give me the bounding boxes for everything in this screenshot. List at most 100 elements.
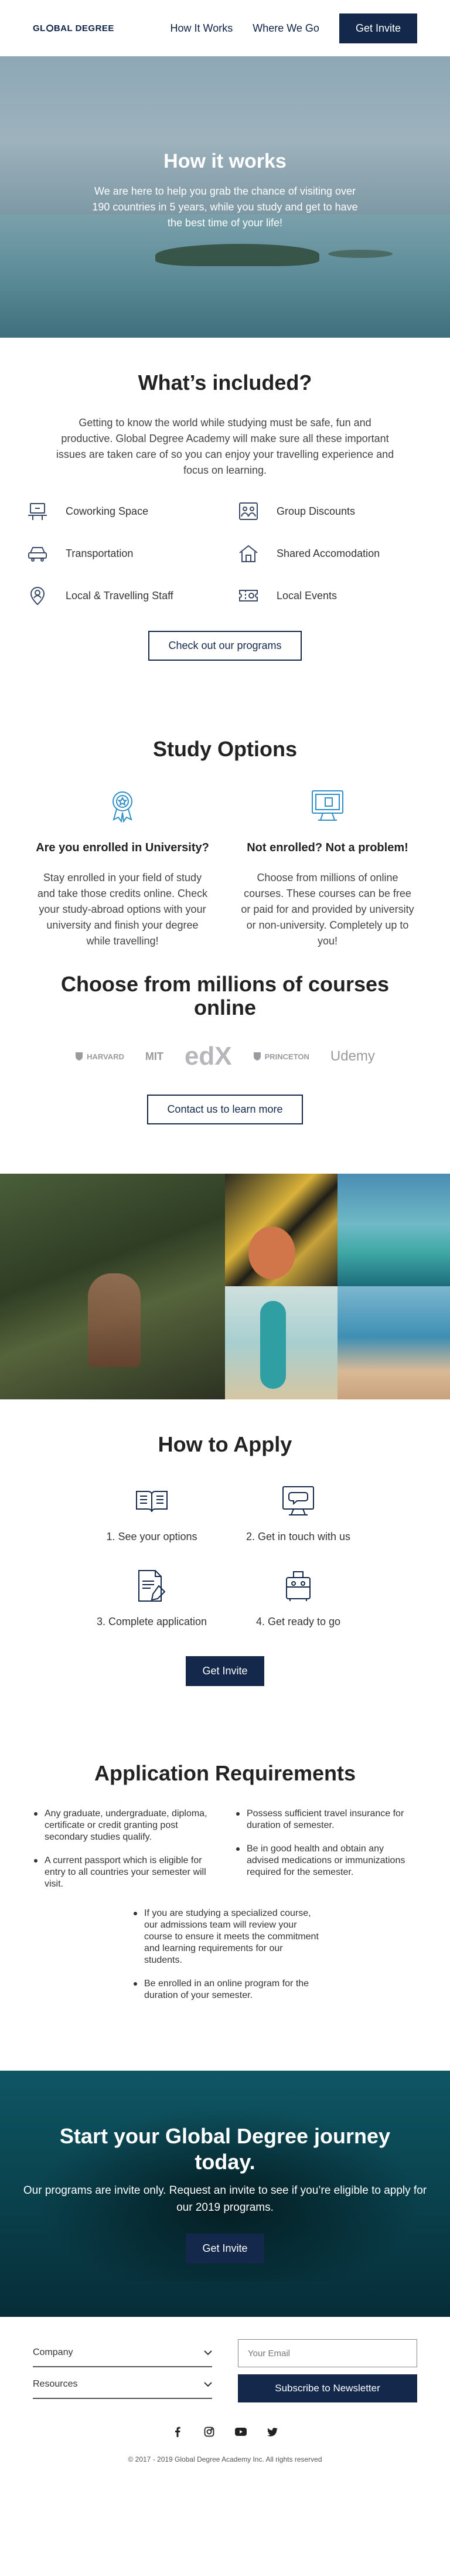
house-icon bbox=[237, 542, 260, 565]
social-links bbox=[33, 2426, 417, 2438]
study-heading-enrolled: Are you enrolled in University? bbox=[36, 841, 209, 854]
subscribe-button[interactable]: Subscribe to Newsletter bbox=[238, 2374, 417, 2402]
mit-logo-text: MIT bbox=[145, 1050, 163, 1062]
requirements-left-list: Any graduate, undergraduate, diploma, ce… bbox=[32, 1808, 216, 1902]
princeton-logo-text: PRINCETON bbox=[264, 1052, 309, 1061]
photo-woman-stairs bbox=[225, 1174, 338, 1286]
journey-text: Our programs are invite only. Request an… bbox=[23, 2184, 427, 2214]
princeton-logo: PRINCETON bbox=[253, 1052, 309, 1061]
chevron-down-icon bbox=[204, 2382, 212, 2387]
photo-grid bbox=[0, 1174, 450, 1399]
contact-us-button[interactable]: Contact us to learn more bbox=[147, 1095, 303, 1124]
requirement-item: Any graduate, undergraduate, diploma, ce… bbox=[32, 1808, 216, 1843]
footer-accordions: Company Resources bbox=[33, 2339, 212, 2402]
hero-title: How it works bbox=[163, 150, 287, 172]
staff-pin-icon bbox=[26, 584, 49, 607]
study-col-not-enrolled: Not enrolled? Not a problem! Choose from… bbox=[240, 787, 415, 949]
step-complete-application: 3. Complete application bbox=[79, 1568, 225, 1628]
accordion-company[interactable]: Company bbox=[33, 2339, 212, 2367]
email-field[interactable] bbox=[238, 2339, 417, 2367]
check-programs-button[interactable]: Check out our programs bbox=[148, 631, 302, 661]
step-label: 4. Get ready to go bbox=[255, 1616, 341, 1627]
newsletter-form: Subscribe to Newsletter bbox=[238, 2339, 417, 2402]
feature-label: Coworking Space bbox=[66, 505, 149, 517]
logo[interactable]: GL BAL DEGREE bbox=[33, 23, 114, 33]
nav-where-we-go[interactable]: Where We Go bbox=[253, 22, 319, 35]
shield-icon bbox=[253, 1052, 261, 1061]
included-title: What’s included? bbox=[138, 371, 312, 395]
accordion-label: Company bbox=[33, 2347, 73, 2357]
chat-monitor-icon bbox=[225, 1483, 371, 1519]
hero-text: We are here to help you grab the chance … bbox=[92, 185, 358, 229]
get-invite-button[interactable]: Get Invite bbox=[339, 13, 417, 43]
luggage-icon bbox=[225, 1568, 371, 1604]
how-to-apply-section: How to Apply 1. See your options 2. Get … bbox=[0, 1399, 450, 1686]
nav-how-it-works[interactable]: How It Works bbox=[171, 22, 233, 35]
courses-section: Choose from millions of courses online H… bbox=[0, 949, 450, 1124]
feature-staff: Local & Travelling Staff bbox=[26, 584, 213, 607]
study-columns: Are you enrolled in University? Stay enr… bbox=[0, 787, 450, 949]
features-grid: Coworking Space Group Discounts Transpor… bbox=[26, 499, 424, 607]
logo-text-start: GL bbox=[33, 23, 46, 33]
laptop-desk-icon bbox=[26, 499, 49, 523]
study-col-enrolled: Are you enrolled in University? Stay enr… bbox=[35, 787, 210, 949]
step-label: 1. See your options bbox=[106, 1531, 197, 1542]
document-pen-icon bbox=[79, 1568, 225, 1604]
edx-logo-text: edX bbox=[184, 1042, 232, 1070]
apply-steps: 1. See your options 2. Get in touch with… bbox=[79, 1483, 371, 1628]
journey-title: Start your Global Degree journey today. bbox=[59, 2124, 391, 2174]
step-see-options: 1. See your options bbox=[79, 1483, 225, 1543]
udemy-logo-text: Udemy bbox=[330, 1048, 375, 1064]
feature-coworking: Coworking Space bbox=[26, 499, 213, 523]
feature-label: Transportation bbox=[66, 547, 134, 559]
udemy-logo: Udemy bbox=[330, 1048, 375, 1065]
requirements-title: Application Requirements bbox=[94, 1761, 356, 1785]
feature-label: Shared Accomodation bbox=[277, 547, 380, 559]
photo-jungle-climber bbox=[0, 1174, 225, 1399]
site-footer: Company Resources Subscribe to Newslette… bbox=[0, 2317, 450, 2479]
courses-title: Choose from millions of courses online bbox=[60, 972, 390, 1019]
harvard-logo-text: HARVARD bbox=[87, 1052, 124, 1061]
instagram-icon[interactable] bbox=[203, 2426, 215, 2438]
study-options-section: Study Options Are you enrolled in Univer… bbox=[0, 661, 450, 949]
feature-label: Group Discounts bbox=[277, 505, 356, 517]
requirement-item: A current passport which is eligible for… bbox=[32, 1855, 216, 1890]
footer-row: Company Resources Subscribe to Newslette… bbox=[33, 2339, 417, 2402]
computer-monitor-icon bbox=[240, 787, 415, 828]
apply-get-invite-button[interactable]: Get Invite bbox=[186, 1656, 264, 1686]
feature-label: Local & Travelling Staff bbox=[66, 589, 173, 601]
feature-accomodation: Shared Accomodation bbox=[237, 542, 424, 565]
event-ticket-icon bbox=[237, 584, 260, 607]
feature-group-discounts: Group Discounts bbox=[237, 499, 424, 523]
twitter-icon[interactable] bbox=[267, 2426, 278, 2438]
study-text-enrolled: Stay enrolled in your field of study and… bbox=[37, 872, 208, 947]
requirement-item: Possess sufficient travel insurance for … bbox=[234, 1808, 418, 1831]
study-text-not-enrolled: Choose from millions of online courses. … bbox=[241, 872, 414, 947]
included-intro: Getting to know the world while studying… bbox=[56, 417, 394, 476]
photo-surfboard bbox=[225, 1286, 338, 1399]
open-book-icon bbox=[79, 1483, 225, 1519]
hero-section: How it works We are here to help you gra… bbox=[0, 56, 450, 338]
mit-logo: MIT bbox=[145, 1051, 163, 1063]
requirement-item: Be in good health and obtain any advised… bbox=[234, 1843, 418, 1878]
requirements-center-list: If you are studying a specialized course… bbox=[131, 1908, 319, 2001]
group-badge-icon bbox=[237, 499, 260, 523]
requirements-columns: Any graduate, undergraduate, diploma, ce… bbox=[32, 1808, 418, 1902]
main-nav: How It Works Where We Go Get Invite bbox=[171, 13, 417, 43]
journey-get-invite-button[interactable]: Get Invite bbox=[186, 2234, 264, 2264]
shield-icon bbox=[76, 1052, 83, 1061]
requirement-item: If you are studying a specialized course… bbox=[131, 1908, 319, 1966]
edx-logo: edX bbox=[185, 1042, 232, 1071]
award-medal-icon bbox=[35, 787, 210, 828]
feature-label: Local Events bbox=[277, 589, 338, 601]
accordion-resources[interactable]: Resources bbox=[33, 2371, 212, 2399]
requirement-item: Be enrolled in an online program for the… bbox=[131, 1978, 319, 2001]
facebook-icon[interactable] bbox=[172, 2426, 183, 2438]
step-label: 2. Get in touch with us bbox=[246, 1531, 351, 1542]
requirements-right-list: Possess sufficient travel insurance for … bbox=[234, 1808, 418, 1902]
step-get-in-touch: 2. Get in touch with us bbox=[225, 1483, 371, 1543]
youtube-icon[interactable] bbox=[235, 2426, 247, 2438]
requirements-section: Application Requirements Any graduate, u… bbox=[0, 1686, 450, 2001]
step-label: 3. Complete application bbox=[96, 1616, 207, 1627]
car-icon bbox=[26, 542, 49, 565]
